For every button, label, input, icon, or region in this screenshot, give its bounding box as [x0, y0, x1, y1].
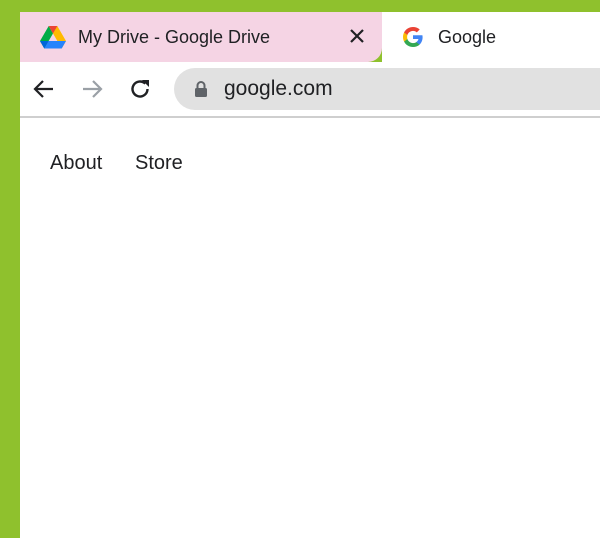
tab-my-drive[interactable]: My Drive - Google Drive: [20, 12, 382, 62]
reload-icon[interactable]: [126, 75, 154, 103]
google-drive-icon: [40, 24, 66, 50]
arrow-left-icon[interactable]: [30, 75, 58, 103]
store-link[interactable]: Store: [135, 152, 183, 175]
close-tab-icon[interactable]: [346, 25, 368, 47]
address-bar[interactable]: google.com: [174, 68, 600, 110]
tab-strip: My Drive - Google Drive Google: [20, 12, 600, 64]
tab-title: My Drive - Google Drive: [78, 26, 271, 47]
page-content: About Store: [20, 118, 600, 538]
lock-icon[interactable]: [192, 78, 210, 100]
tab-title: Google: [438, 26, 497, 47]
browser-toolbar: google.com: [20, 62, 600, 118]
browser-window: My Drive - Google Drive Google google.co…: [0, 0, 600, 538]
google-g-icon: [400, 24, 426, 50]
arrow-right-icon[interactable]: [78, 75, 106, 103]
tab-google[interactable]: Google: [382, 12, 600, 62]
about-link[interactable]: About: [50, 152, 102, 175]
url-text[interactable]: google.com: [224, 77, 333, 101]
